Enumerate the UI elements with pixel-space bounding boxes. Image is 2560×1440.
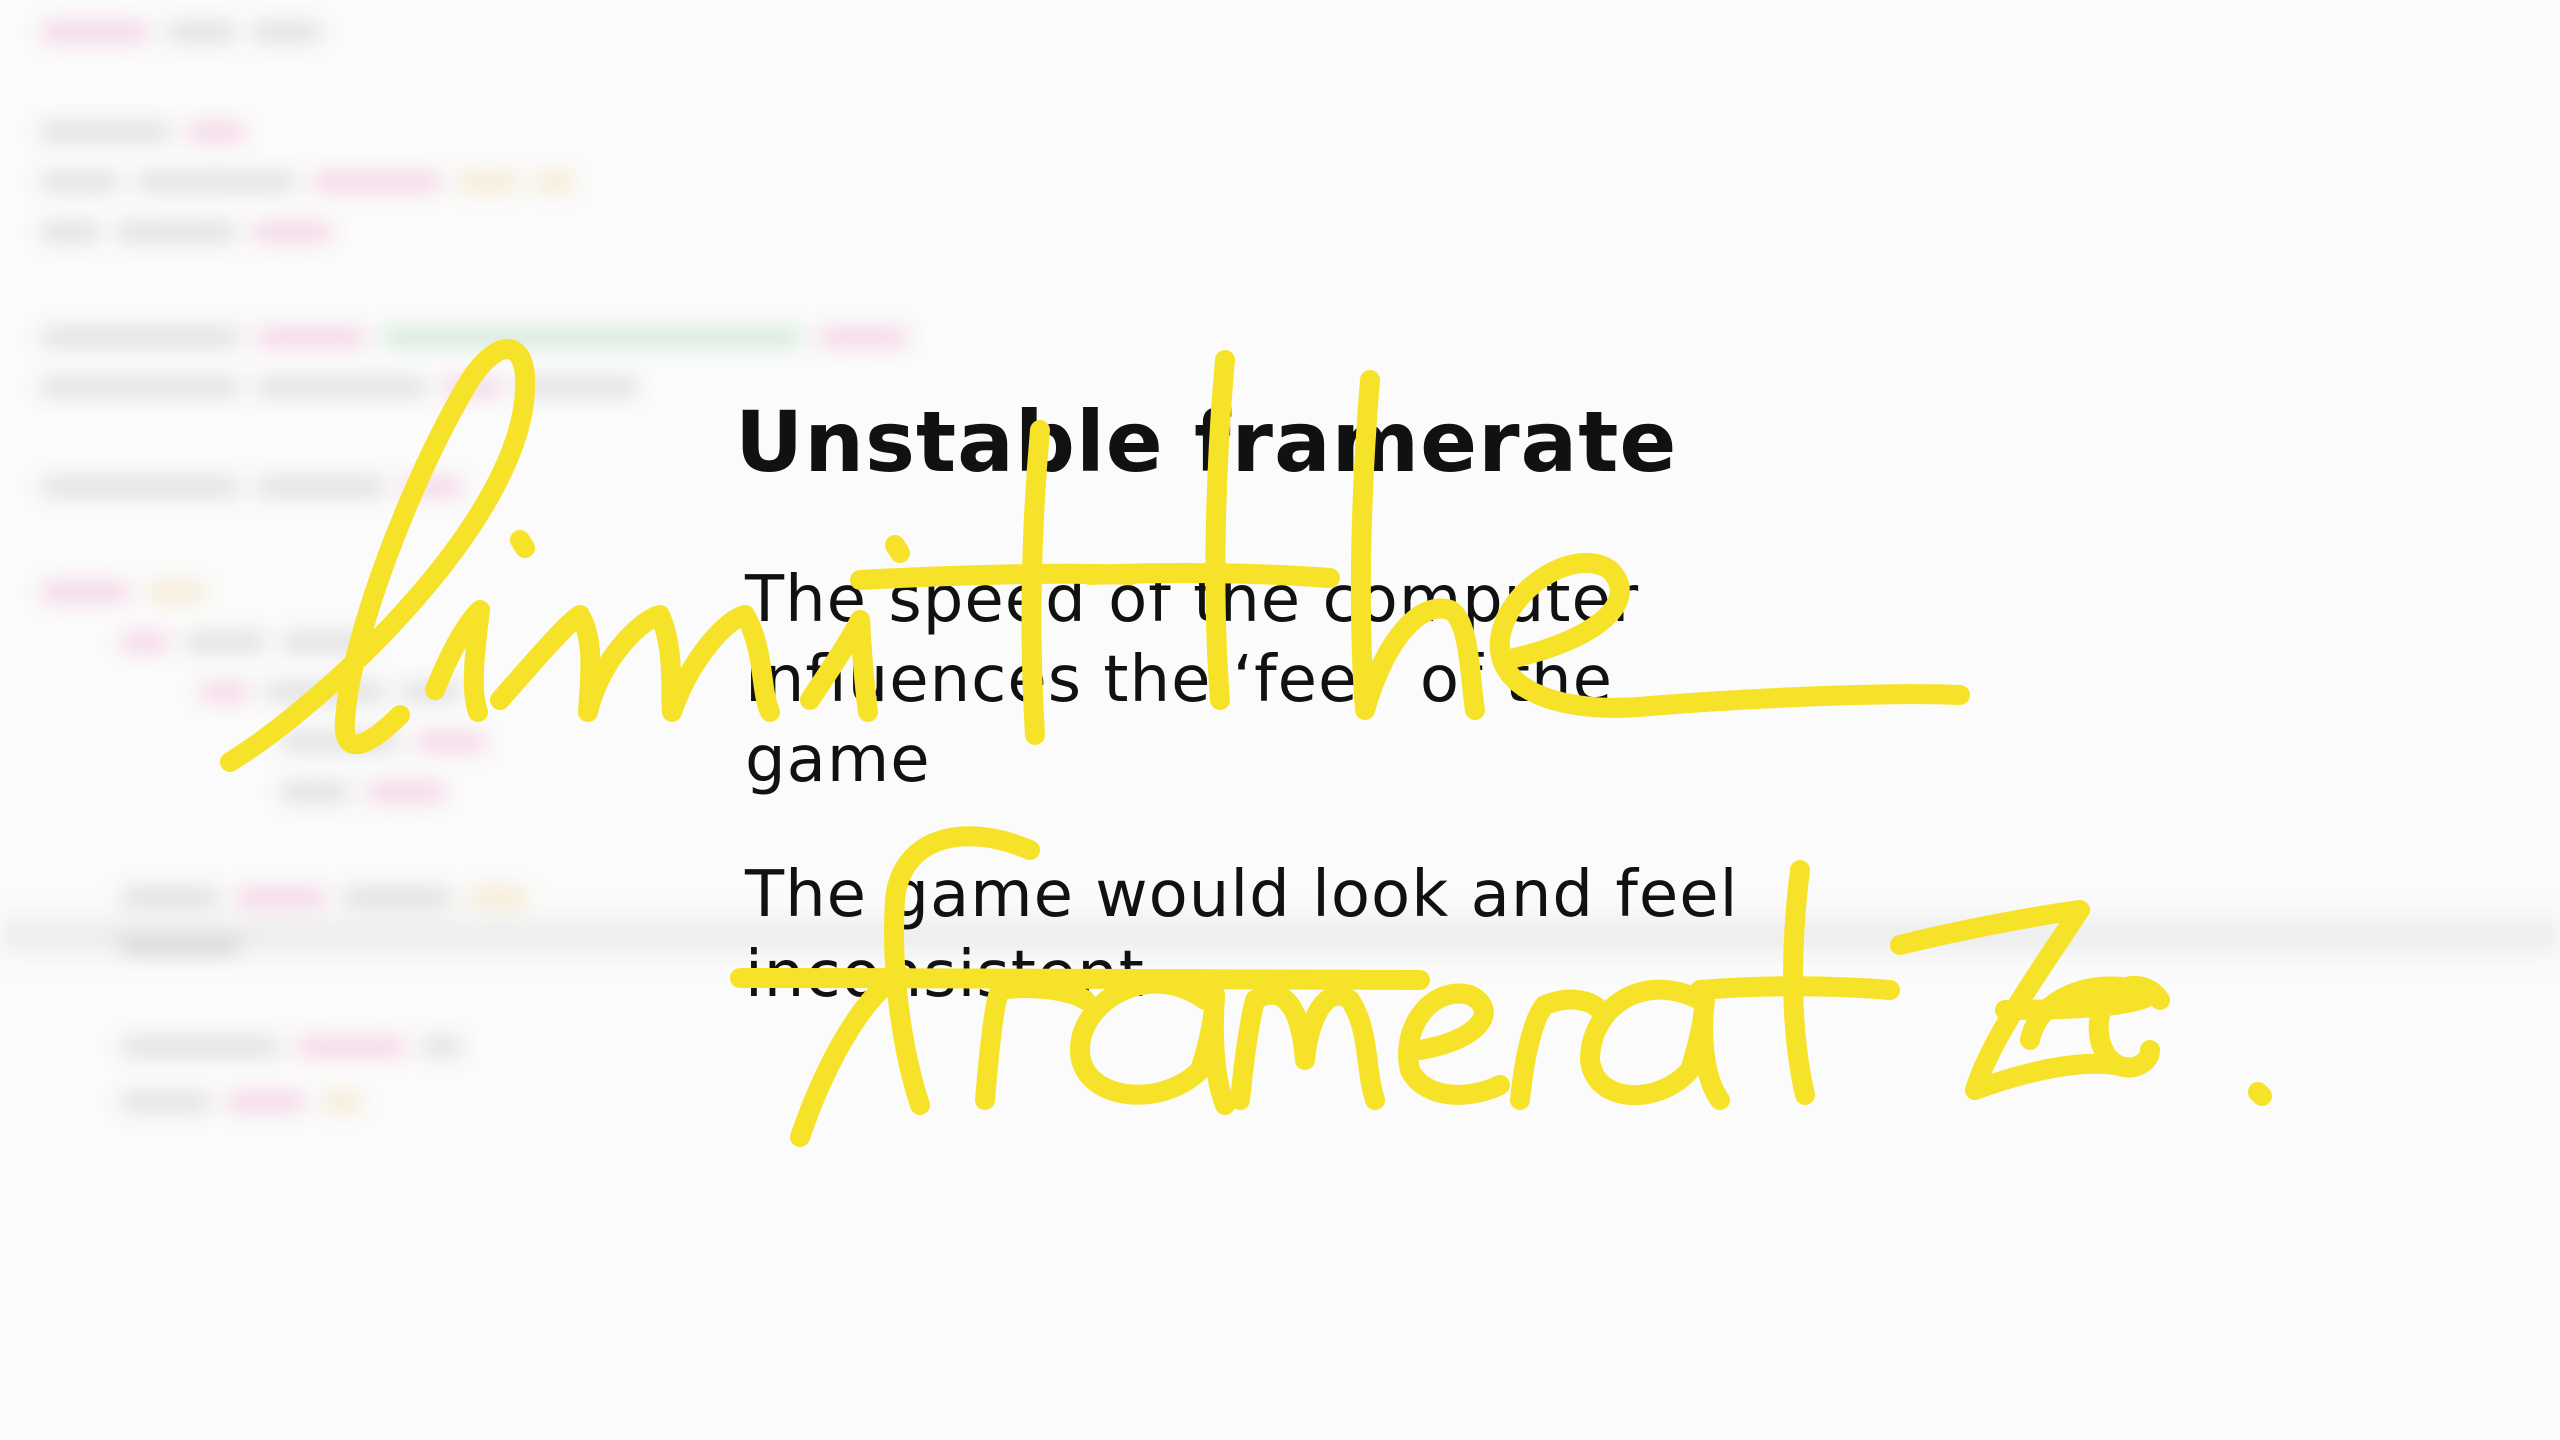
screen: Unstable framerate The speed of the comp…	[0, 0, 2560, 1440]
slide-paragraph: The game would look and feel inconsisten…	[745, 858, 1739, 1012]
slide-title: Unstable framerate	[735, 393, 1678, 491]
slide-paragraph: The speed of the computer influences the…	[745, 563, 1640, 797]
slide: Unstable framerate The speed of the comp…	[0, 0, 2560, 1440]
